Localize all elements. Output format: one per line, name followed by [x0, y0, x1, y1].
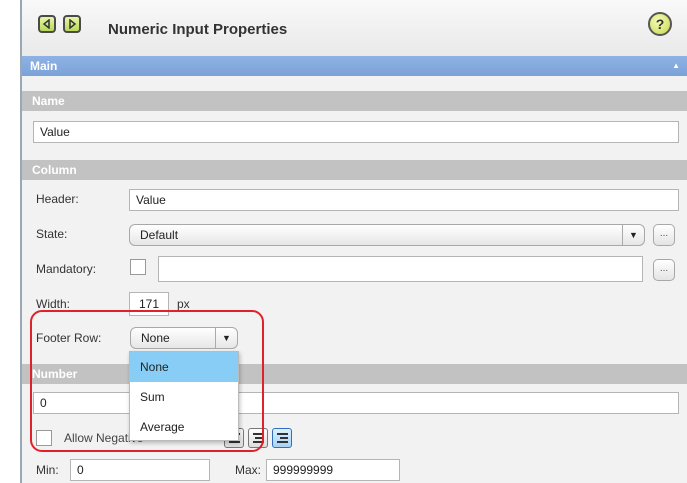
mandatory-input[interactable]	[158, 256, 643, 282]
state-ellipsis-button[interactable]: ...	[653, 224, 675, 246]
footer-row-select[interactable]: None ▼	[130, 327, 238, 349]
align-right-button[interactable]	[272, 428, 292, 448]
allow-negative-checkbox[interactable]	[36, 430, 52, 446]
max-label: Max:	[235, 463, 262, 477]
column-section-header: Column	[22, 160, 687, 180]
main-section-label: Main	[30, 59, 58, 73]
collapse-up-icon[interactable]: ▲	[672, 56, 680, 76]
forward-button[interactable]	[63, 15, 81, 33]
state-label: State:	[36, 227, 68, 241]
min-label: Min:	[36, 463, 59, 477]
back-button[interactable]	[38, 15, 56, 33]
properties-panel: Numeric Input Properties ? Main ▲ Name V…	[20, 0, 687, 483]
header-input[interactable]: Value	[129, 189, 679, 211]
footer-option-average[interactable]: Average	[130, 412, 238, 442]
state-select-value: Default	[140, 228, 179, 242]
name-input[interactable]: Value	[33, 121, 679, 143]
footer-option-none[interactable]: None	[130, 352, 238, 382]
header-label: Header:	[36, 192, 79, 206]
number-section-header: Number	[22, 364, 687, 384]
title-bar: Numeric Input Properties ?	[22, 0, 687, 56]
width-unit: px	[177, 297, 190, 311]
chevron-down-icon[interactable]: ▼	[622, 225, 644, 245]
mandatory-label: Mandatory:	[36, 262, 97, 276]
max-input[interactable]: 999999999	[266, 459, 400, 481]
help-icon[interactable]: ?	[648, 12, 672, 36]
mandatory-ellipsis-button[interactable]: ...	[653, 259, 675, 281]
chevron-down-icon[interactable]: ▼	[215, 328, 237, 348]
width-input[interactable]: 171	[129, 292, 169, 316]
footer-row-select-value: None	[141, 331, 170, 345]
triangle-right-icon	[69, 19, 77, 29]
main-section-header[interactable]: Main ▲	[22, 56, 687, 76]
state-select[interactable]: Default ▼	[129, 224, 645, 246]
name-section-header: Name	[22, 91, 687, 111]
window-title: Numeric Input Properties	[108, 21, 288, 38]
mandatory-checkbox[interactable]	[130, 259, 146, 275]
footer-option-sum[interactable]: Sum	[130, 382, 238, 412]
min-input[interactable]: 0	[70, 459, 210, 481]
footer-row-options: None Sum Average	[129, 351, 239, 441]
align-center-button[interactable]	[248, 428, 268, 448]
triangle-left-icon	[42, 19, 50, 29]
footer-row-label: Footer Row:	[36, 331, 102, 345]
width-label: Width:	[36, 297, 71, 311]
